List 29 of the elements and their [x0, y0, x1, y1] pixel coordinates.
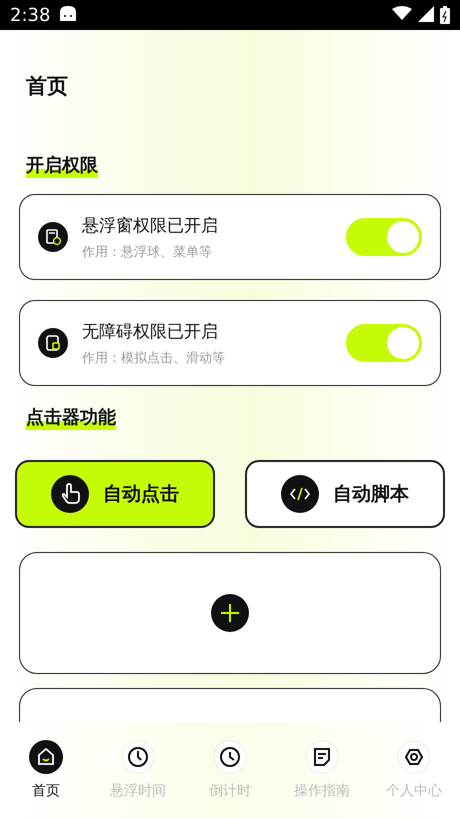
nav-tab[interactable]: 悬浮时间 — [92, 722, 184, 818]
permission-title: 无障碍权限已开启 — [82, 320, 219, 342]
toggle-switch[interactable] — [346, 324, 422, 362]
mode-button[interactable]: 自动点击 — [15, 460, 215, 528]
note-icon — [305, 740, 339, 774]
permission-title: 悬浮窗权限已开启 — [82, 214, 219, 236]
wifi-icon — [392, 6, 412, 20]
plus-icon — [211, 594, 249, 632]
code-icon — [281, 475, 319, 513]
page-title: 首页 — [26, 73, 69, 100]
nav-tab[interactable]: 首页 — [0, 722, 92, 818]
add-card[interactable] — [19, 552, 441, 674]
hand-pointer-icon — [51, 475, 89, 513]
permission-subtitle: 作用：悬浮球、菜单等 — [82, 244, 213, 260]
nav-tab[interactable]: 个人中心 — [368, 722, 460, 818]
clock-icon — [213, 740, 247, 774]
robot-icon — [58, 4, 78, 22]
status-time: 2:38 — [10, 4, 50, 26]
nav-tab[interactable]: 倒计时 — [184, 722, 276, 818]
document-icon — [38, 222, 68, 252]
signal-icon — [418, 6, 434, 22]
toggle-switch[interactable] — [346, 218, 422, 256]
battery-icon — [440, 6, 450, 24]
home-icon — [29, 740, 63, 774]
mode-button[interactable]: 自动脚本 — [245, 460, 445, 528]
nav-tab[interactable]: 操作指南 — [276, 722, 368, 818]
window-icon — [38, 328, 68, 358]
stopwatch-icon — [121, 740, 155, 774]
permission-subtitle: 作用：模拟点击、滑动等 — [82, 350, 226, 366]
